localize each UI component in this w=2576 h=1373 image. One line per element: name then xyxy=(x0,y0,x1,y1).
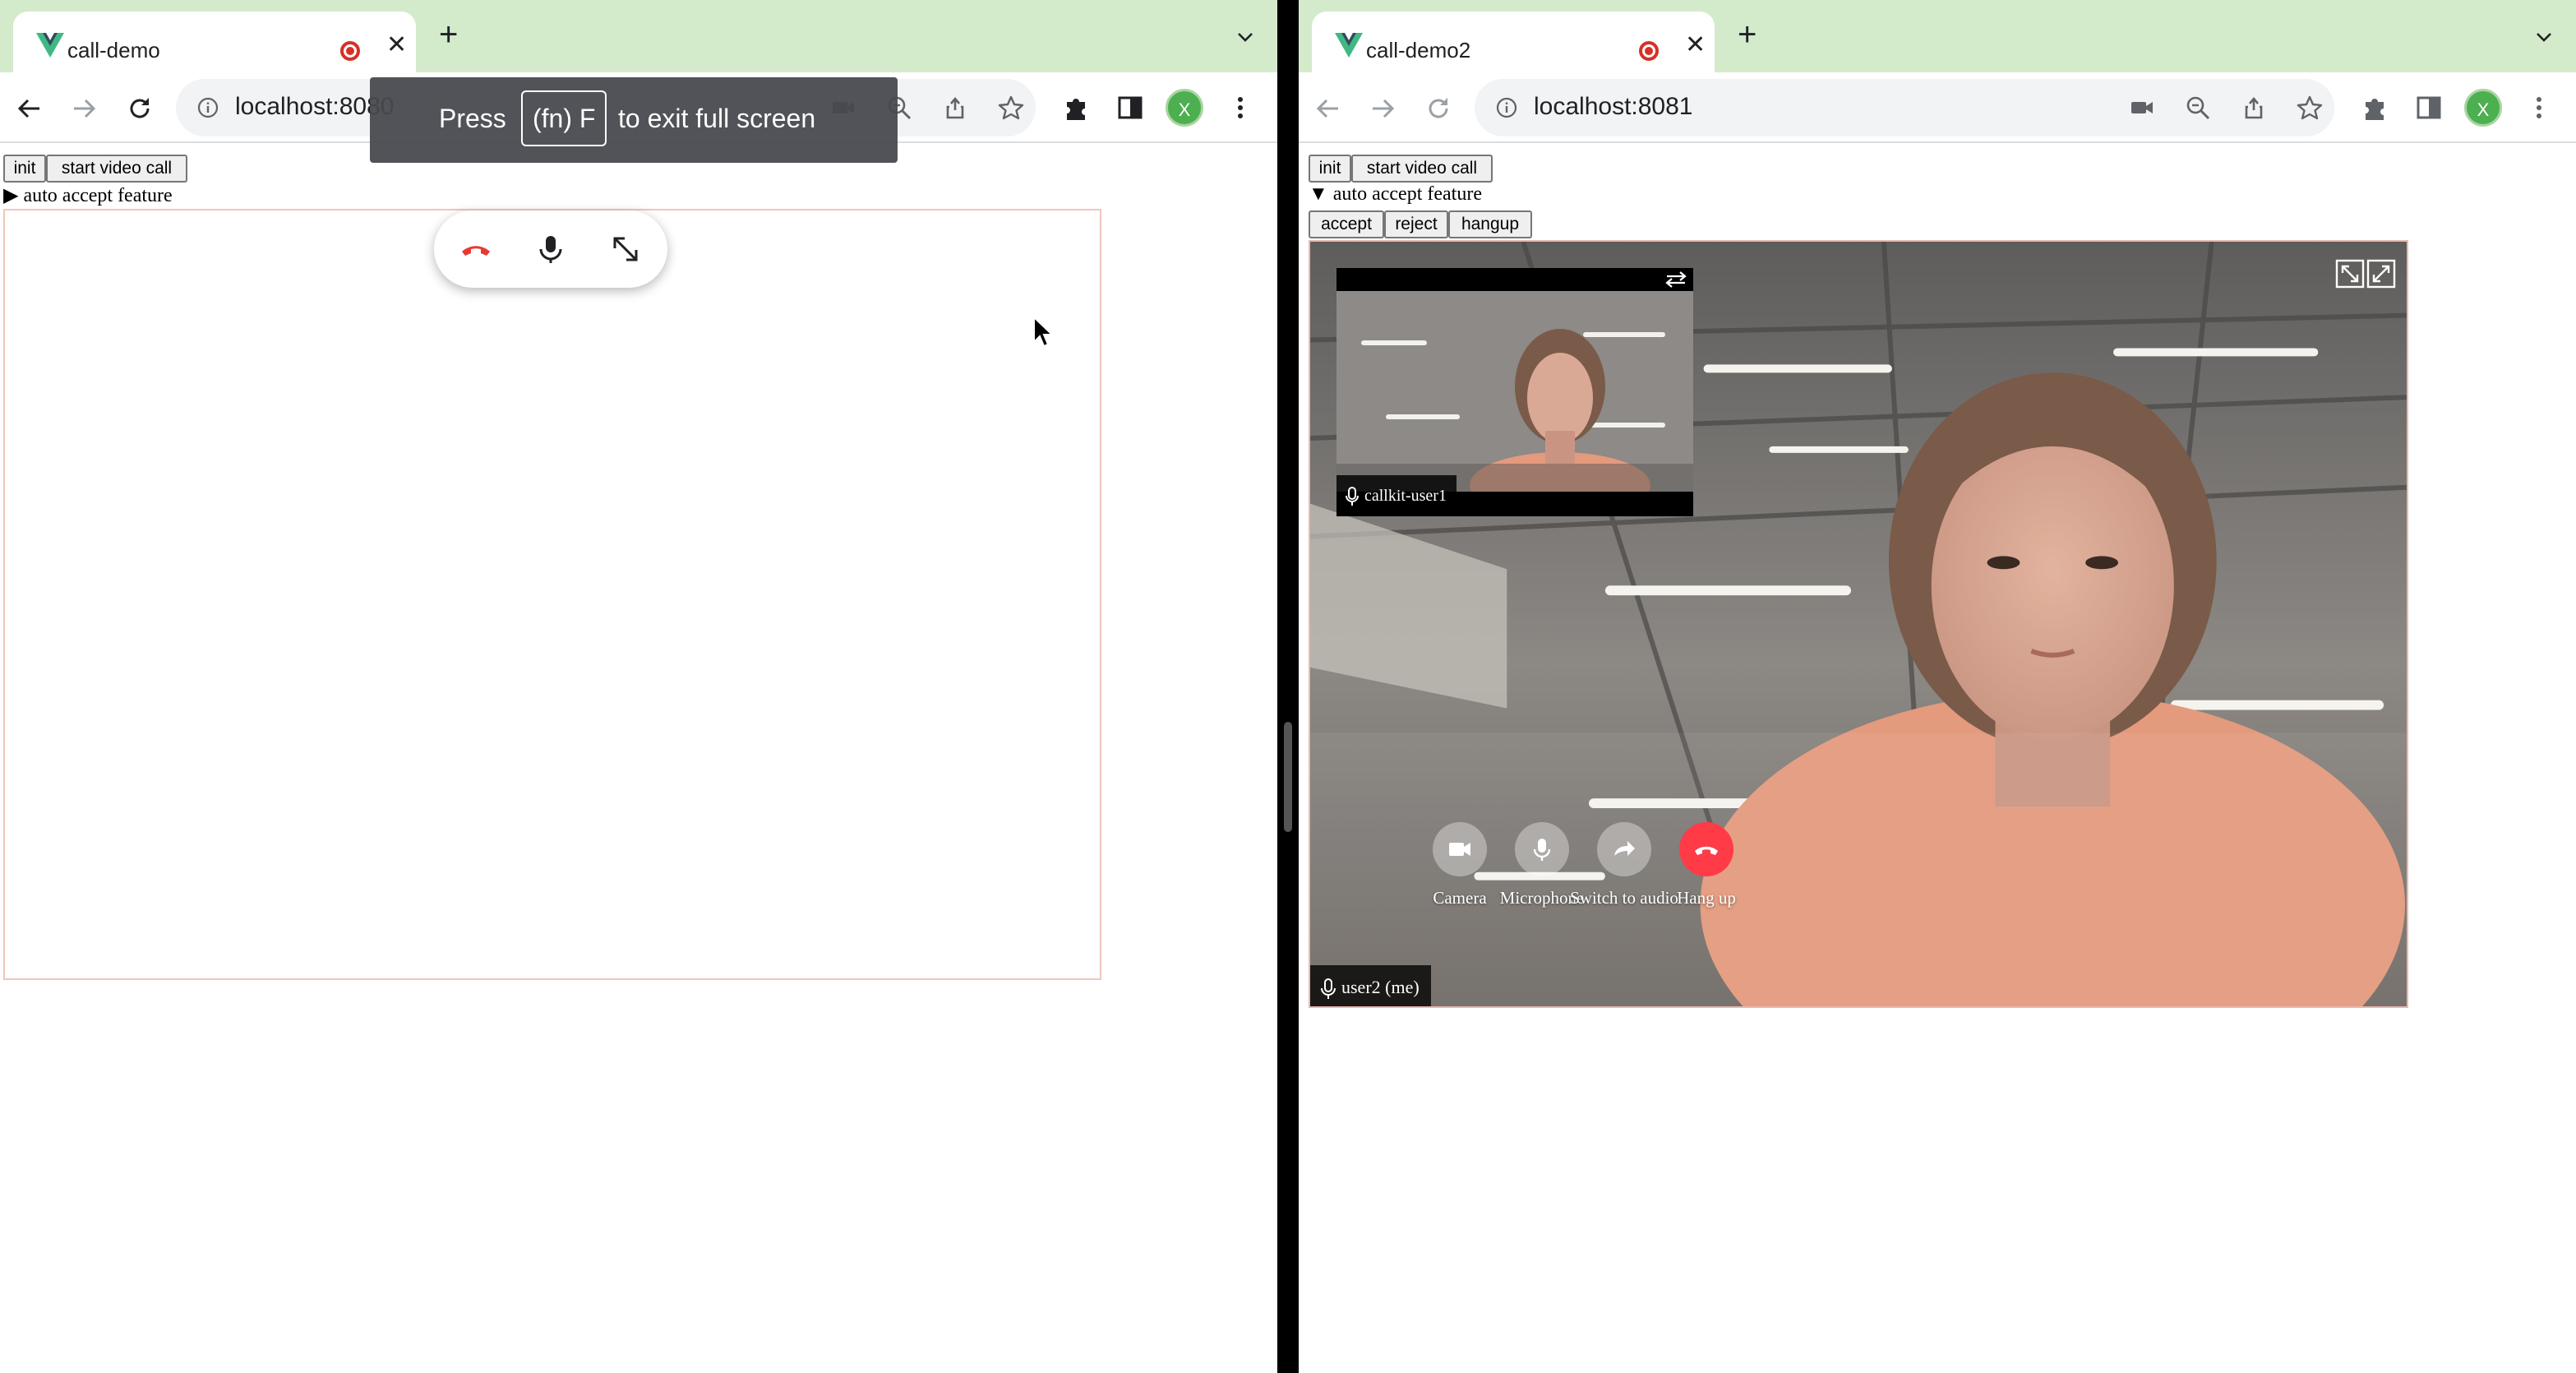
more-menu-icon[interactable] xyxy=(2523,92,2555,123)
forward-arrow-icon[interactable] xyxy=(69,94,99,123)
hang-up-control[interactable]: Hang up xyxy=(1632,822,1780,908)
url-text: localhost:8081 xyxy=(1534,93,1693,120)
video-call-view: callkit-user1 Camera Microphone Switch t… xyxy=(1309,240,2408,1008)
floating-call-controls xyxy=(434,210,667,288)
browser-tab[interactable]: call-demo2 ✕ xyxy=(1312,12,1715,72)
reload-icon[interactable] xyxy=(1424,94,1453,123)
profile-avatar[interactable]: X xyxy=(2464,89,2502,127)
microphone-icon xyxy=(1346,487,1359,506)
profile-avatar[interactable]: X xyxy=(1166,89,1203,127)
tab-title: call-demo2 xyxy=(1366,38,1471,62)
picture-in-picture-video[interactable]: callkit-user1 xyxy=(1336,268,1693,516)
microphone-icon[interactable] xyxy=(530,229,571,270)
fullscreen-icon[interactable] xyxy=(2366,258,2397,289)
new-tab-button[interactable]: + xyxy=(439,18,458,51)
site-info-icon[interactable] xyxy=(1496,97,1517,118)
window-divider xyxy=(1277,0,1299,1373)
hangup-button[interactable]: hangup xyxy=(1448,210,1532,238)
start-video-call-button[interactable]: start video call xyxy=(1351,155,1493,183)
site-info-icon[interactable] xyxy=(197,97,219,118)
toast-key-hint: (fn) F xyxy=(521,90,607,146)
init-button[interactable]: init xyxy=(1309,155,1351,183)
toast-press-text: Press xyxy=(439,104,506,133)
auto-accept-label: auto accept feature xyxy=(23,185,173,206)
browser-tab[interactable]: call-demo ✕ xyxy=(13,12,416,72)
local-participant-name: user2 (me) xyxy=(1341,977,1420,997)
expand-fullscreen-icon[interactable] xyxy=(605,229,646,270)
toast-exit-text: to exit full screen xyxy=(618,104,816,133)
zoom-icon[interactable] xyxy=(2185,95,2211,121)
auto-accept-summary[interactable]: ▶ auto accept feature xyxy=(3,183,173,207)
more-menu-icon[interactable] xyxy=(1225,92,1256,123)
browser-toolbar: localhost:8081 X xyxy=(1299,72,2576,143)
remote-participant-label: callkit-user1 xyxy=(1336,475,1457,516)
new-tab-button[interactable]: + xyxy=(1738,18,1757,51)
bookmark-star-icon[interactable] xyxy=(998,95,1024,121)
hang-up-button[interactable] xyxy=(1679,822,1733,876)
disclosure-triangle-icon: ▶ xyxy=(3,185,19,206)
share-icon[interactable] xyxy=(2241,95,2267,121)
extensions-puzzle-icon[interactable] xyxy=(1060,92,1092,123)
side-panel-icon[interactable] xyxy=(1115,92,1146,123)
tab-strip: call-demo2 ✕ + xyxy=(1299,0,2576,72)
split-view-handle[interactable] xyxy=(1284,722,1292,832)
address-bar[interactable]: localhost:8081 xyxy=(1475,79,2334,136)
accept-button[interactable]: accept xyxy=(1309,210,1384,238)
tab-strip: call-demo ✕ + xyxy=(0,0,1277,72)
tab-search-chevron-icon[interactable] xyxy=(1236,28,1254,46)
page-content: init start video call ▼ auto accept feat… xyxy=(1299,145,2576,1373)
extensions-puzzle-icon[interactable] xyxy=(2359,92,2390,123)
mouse-cursor-icon xyxy=(1033,316,1054,348)
recording-indicator-icon xyxy=(340,41,360,61)
back-arrow-icon[interactable] xyxy=(1313,94,1343,123)
page-content: init start video call ▶ auto accept feat… xyxy=(0,145,1277,1373)
tab-title: call-demo xyxy=(67,38,160,62)
disclosure-triangle-icon: ▼ xyxy=(1309,183,1328,205)
vue-logo-icon xyxy=(36,33,64,58)
fullscreen-exit-toast: Press (fn) F to exit full screen xyxy=(370,77,898,163)
close-tab-icon[interactable]: ✕ xyxy=(1685,33,1706,58)
reject-button[interactable]: reject xyxy=(1384,210,1448,238)
recording-indicator-icon xyxy=(1639,41,1659,61)
auto-accept-label: auto accept feature xyxy=(1332,183,1482,205)
tab-search-chevron-icon[interactable] xyxy=(2535,28,2553,46)
forward-arrow-icon[interactable] xyxy=(1368,94,1397,123)
reload-icon[interactable] xyxy=(125,94,155,123)
exit-fullscreen-icon[interactable] xyxy=(2334,258,2366,289)
swap-video-icon[interactable] xyxy=(1664,270,1688,289)
bookmark-star-icon[interactable] xyxy=(2297,95,2323,121)
side-panel-icon[interactable] xyxy=(2413,92,2444,123)
browser-window-left: call-demo ✕ + localhost:8080 X init star… xyxy=(0,0,1277,1373)
video-call-container xyxy=(3,209,1101,980)
vue-logo-icon xyxy=(1335,33,1363,58)
start-video-call-button[interactable]: start video call xyxy=(46,155,187,183)
init-button[interactable]: init xyxy=(3,155,46,183)
share-icon[interactable] xyxy=(942,95,968,121)
local-participant-label: user2 (me) xyxy=(1310,965,1431,1006)
remote-participant-name: callkit-user1 xyxy=(1364,487,1447,505)
back-arrow-icon[interactable] xyxy=(15,94,44,123)
phone-hangup-icon[interactable] xyxy=(455,229,496,270)
close-tab-icon[interactable]: ✕ xyxy=(386,33,407,58)
auto-accept-summary[interactable]: ▼ auto accept feature xyxy=(1309,183,1482,206)
microphone-icon xyxy=(1321,978,1336,999)
hang-up-label: Hang up xyxy=(1677,888,1736,908)
camera-in-use-icon[interactable] xyxy=(2129,95,2155,121)
pip-video-feed xyxy=(1336,291,1693,492)
phone-hangup-icon xyxy=(1695,846,1718,855)
browser-window-right: call-demo2 ✕ + localhost:8081 X init sta… xyxy=(1299,0,2576,1373)
